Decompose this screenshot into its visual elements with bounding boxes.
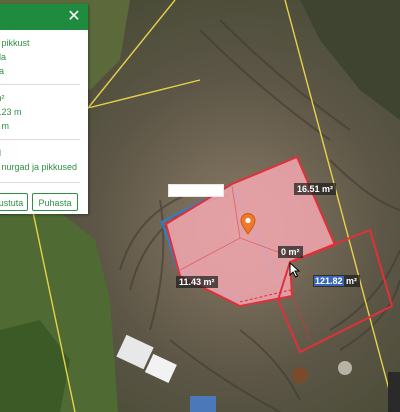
area-label-right-value[interactable]: 121.82 [314, 276, 344, 286]
panel-divider [0, 139, 80, 140]
container [190, 396, 216, 412]
panel-header: ✕ [0, 4, 88, 30]
debris [292, 367, 308, 383]
area-label-bottom-left: 11.43 m² [176, 276, 218, 288]
polygon-name-box[interactable] [168, 184, 224, 197]
panel-option-2[interactable]: e nurgad ja pikkused [0, 162, 77, 172]
area-label-right[interactable]: 121.82 m² [313, 275, 361, 287]
panel-option-1[interactable]: id [0, 148, 1, 158]
map-viewport[interactable]: 16.51 m² 0 m² 11.43 m² 121.82 m² ✕ e pik… [0, 0, 400, 412]
panel-divider [0, 182, 80, 183]
area-label-center: 0 m² [278, 246, 303, 258]
panel-divider [0, 84, 80, 85]
mouse-cursor-icon [289, 262, 301, 278]
panel-area-value: m² [0, 93, 5, 103]
close-icon[interactable]: ✕ [64, 7, 84, 27]
panel-line-2: ala [0, 52, 7, 62]
panel-length-value: 4 m [0, 121, 10, 131]
area-label-top-right: 16.51 m² [294, 183, 337, 195]
edge-object [388, 372, 400, 412]
clear-button[interactable]: Puhasta [32, 193, 78, 211]
measurement-panel: ✕ e pikkust ala na m² 3.23 m 4 m id e nu… [0, 4, 88, 214]
panel-line-3: na [0, 66, 5, 76]
panel-perimeter-value: 3.23 m [0, 107, 22, 117]
delete-button[interactable]: ustuta [0, 193, 28, 211]
panel-line-1: e pikkust [0, 38, 30, 48]
area-label-right-unit: m² [343, 276, 358, 286]
map-pin-icon[interactable] [240, 213, 256, 235]
debris-2 [338, 361, 352, 375]
